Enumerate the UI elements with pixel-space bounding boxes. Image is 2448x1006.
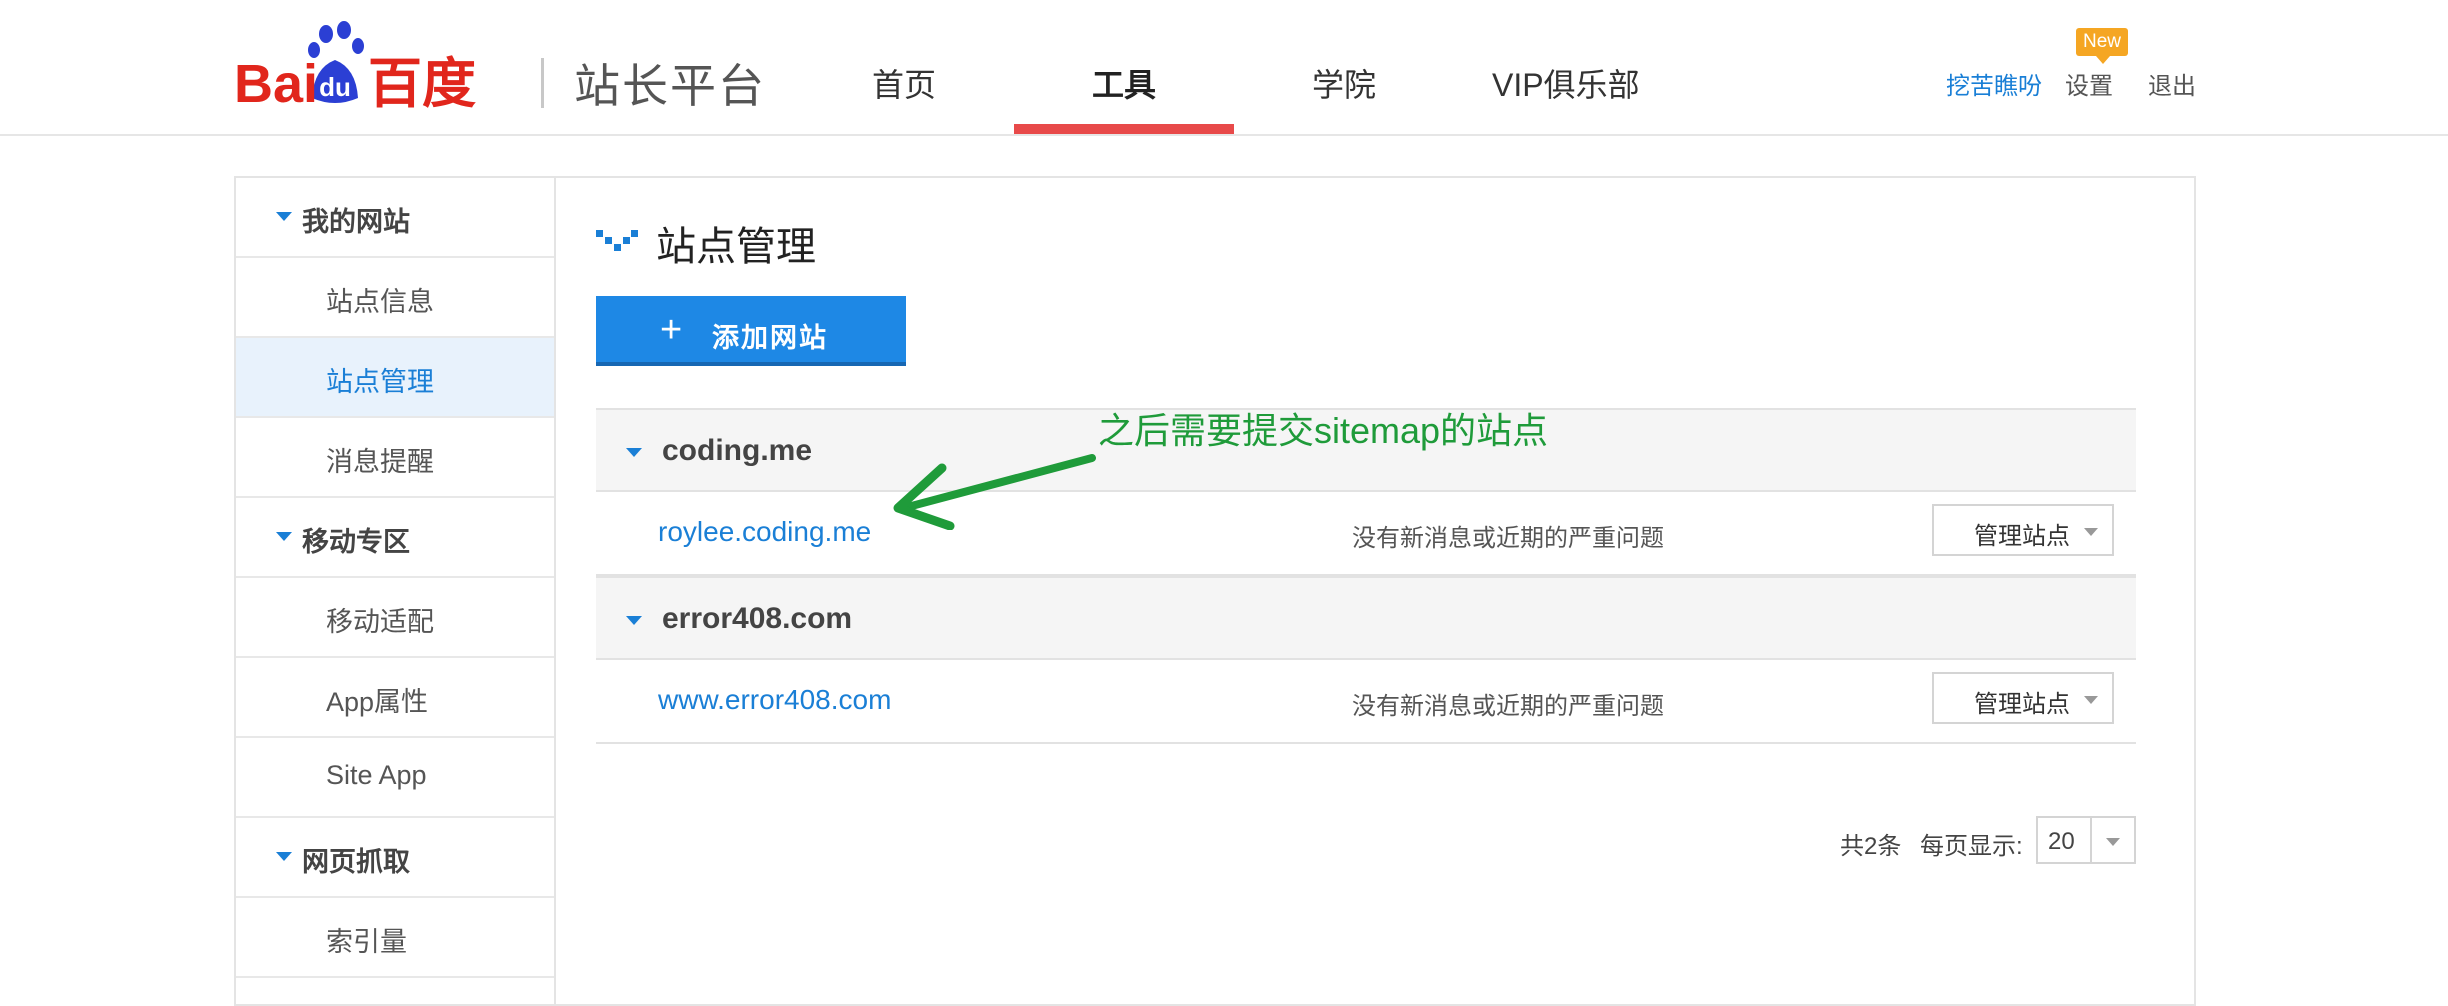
content-panel: 我的网站 站点信息 站点管理 消息提醒 移动专区 移动适配 App属性 Site… <box>234 176 2196 1006</box>
add-site-button[interactable]: + 添加网站 <box>596 296 906 366</box>
site-row: roylee.coding.me 没有新消息或近期的严重问题 管理站点 <box>596 492 2136 576</box>
sidebar-item-label: Site App <box>326 760 427 790</box>
manage-site-button[interactable]: 管理站点 <box>1932 504 2114 556</box>
svg-text:Bai: Bai <box>234 54 318 114</box>
sidebar-item-label: 站点管理 <box>326 367 434 397</box>
settings-link[interactable]: 设置 <box>2065 66 2113 101</box>
sidebar-item-app-properties[interactable]: App属性 <box>236 658 554 738</box>
annotation-note: 之后需要提交sitemap的站点 <box>1098 410 1549 451</box>
platform-name: 站长平台 <box>574 60 766 112</box>
dropdown-arrow-icon <box>2084 696 2098 704</box>
sidebar-item-site-app[interactable]: Site App <box>236 738 554 818</box>
pager-total-count: 共2条 <box>1840 833 1902 860</box>
sidebar-section-mobile[interactable]: 移动专区 <box>236 498 554 578</box>
nav-tools[interactable]: 工具 <box>1092 60 1156 106</box>
dropdown-arrow-icon <box>2106 838 2120 846</box>
plus-icon: + <box>660 309 683 351</box>
logo-divider <box>541 58 544 108</box>
sidebar-item-label: 站点信息 <box>326 287 434 317</box>
site-domain-link[interactable]: www.error408.com <box>658 684 891 716</box>
site-row: www.error408.com 没有新消息或近期的严重问题 管理站点 <box>596 660 2136 744</box>
sidebar-section-label: 我的网站 <box>302 207 410 237</box>
page-title: 站点管理 <box>656 225 816 269</box>
sidebar-section-label: 移动专区 <box>302 527 410 557</box>
manage-site-label: 管理站点 <box>1974 523 2070 550</box>
site-domain-link[interactable]: roylee.coding.me <box>658 516 871 548</box>
site-group-name: error408.com <box>662 602 853 635</box>
site-status-text: 没有新消息或近期的严重问题 <box>1352 693 1664 720</box>
per-page-select[interactable]: 20 <box>2036 816 2136 864</box>
sidebar-section-my-sites[interactable]: 我的网站 <box>236 178 554 258</box>
user-name-link[interactable]: 挖苦瞧吩 <box>1946 66 2042 101</box>
caret-down-icon <box>276 532 292 541</box>
sidebar-item-message-alerts[interactable]: 消息提醒 <box>236 418 554 498</box>
add-site-label: 添加网站 <box>712 323 828 353</box>
sidebar-section-crawling[interactable]: 网页抓取 <box>236 818 554 898</box>
caret-down-icon <box>626 616 642 625</box>
checkmark-grid-icon <box>596 230 638 251</box>
baidu-logo[interactable]: du Bai 百度 <box>234 20 524 120</box>
sidebar-section-label: 网页抓取 <box>302 847 410 877</box>
select-divider <box>2090 818 2092 862</box>
sidebar-item-mobile-adaptation[interactable]: 移动适配 <box>236 578 554 658</box>
caret-down-icon <box>276 852 292 861</box>
main-area: 站点管理 + 添加网站 coding.me roylee.coding.me 没… <box>556 178 2194 1004</box>
pager-summary: 共2条 每页显示: <box>1840 826 2023 861</box>
site-status-text: 没有新消息或近期的严重问题 <box>1352 525 1664 552</box>
manage-site-label: 管理站点 <box>1974 691 2070 718</box>
active-nav-indicator <box>1014 124 1234 134</box>
sidebar-item-index-volume[interactable]: 索引量 <box>236 898 554 978</box>
caret-down-icon <box>276 212 292 221</box>
nav-home[interactable]: 首页 <box>872 60 936 106</box>
sidebar-item-site-management[interactable]: 站点管理 <box>236 338 554 418</box>
logout-link[interactable]: 退出 <box>2148 66 2196 101</box>
dropdown-arrow-icon <box>2084 528 2098 536</box>
site-group-name: coding.me <box>662 434 813 467</box>
sidebar-item-label: App属性 <box>326 687 429 717</box>
nav-vip-club[interactable]: VIP俱乐部 <box>1492 60 1640 106</box>
caret-down-icon <box>626 448 642 457</box>
top-header: du Bai 百度 站长平台 首页 工具 学院 VIP俱乐部 挖苦瞧吩 New … <box>0 0 2448 136</box>
annotation-arrow-icon <box>893 454 1096 530</box>
pager-per-page-label: 每页显示: <box>1920 833 2023 860</box>
site-group-header[interactable]: error408.com <box>596 576 2136 660</box>
sidebar-item-label: 移动适配 <box>326 607 434 637</box>
new-badge: New <box>2076 28 2128 64</box>
per-page-value: 20 <box>2048 828 2075 855</box>
sidebar: 我的网站 站点信息 站点管理 消息提醒 移动专区 移动适配 App属性 Site… <box>236 178 556 1004</box>
svg-text:百度: 百度 <box>368 52 476 115</box>
sidebar-item-site-info[interactable]: 站点信息 <box>236 258 554 338</box>
manage-site-button[interactable]: 管理站点 <box>1932 672 2114 724</box>
nav-academy[interactable]: 学院 <box>1312 60 1376 106</box>
sidebar-item-label: 索引量 <box>326 927 407 957</box>
sidebar-item-label: 消息提醒 <box>326 447 434 477</box>
svg-text:du: du <box>319 72 351 102</box>
